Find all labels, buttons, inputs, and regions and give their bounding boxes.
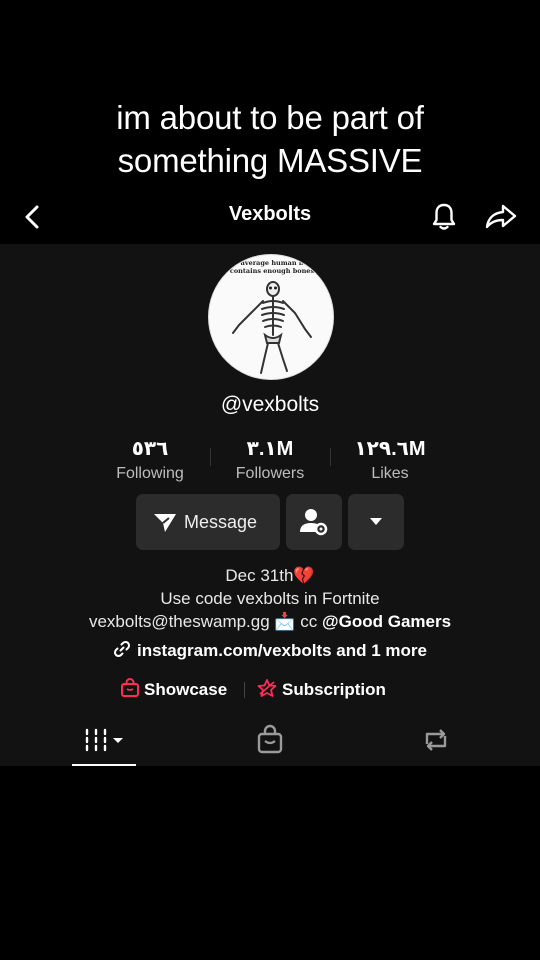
stat-followers[interactable]: ٣.١M Followers <box>205 436 335 483</box>
following-label: Following <box>116 465 184 482</box>
subscription-label: Subscription <box>282 680 386 699</box>
shopping-bag-icon <box>257 724 283 754</box>
grid-icon <box>85 728 123 752</box>
shop-divider <box>244 682 245 698</box>
tab-shop[interactable] <box>250 720 290 764</box>
send-icon <box>154 514 176 532</box>
profile-handle: @vexbolts <box>220 393 320 416</box>
person-gear-icon <box>300 509 328 536</box>
bio-link-text: instagram.com/vexbolts and 1 more <box>136 641 428 660</box>
active-tab-indicator <box>72 764 136 766</box>
friend-settings-button[interactable] <box>286 494 342 550</box>
share-button[interactable] <box>484 200 518 232</box>
caret-down-icon <box>370 518 382 525</box>
content-tabs <box>0 720 540 766</box>
stat-likes[interactable]: ١٢٩.٦M Likes <box>325 436 455 483</box>
followers-count: ٣.١M <box>246 438 294 460</box>
repost-icon <box>425 729 447 751</box>
shop-row: Showcase Subscription <box>0 678 540 702</box>
bio-contact-line: vexbolts@theswamp.gg 📩 cc @Good Gamers <box>0 612 540 632</box>
caption-line-1: im about to be part of <box>116 99 424 136</box>
likes-label: Likes <box>371 465 409 482</box>
tab-reposts[interactable] <box>416 720 456 764</box>
message-button[interactable]: Message <box>136 494 280 550</box>
caption-line-2: something MASSIVE <box>117 142 423 179</box>
avatar[interactable]: average human b contains enough bones <box>208 254 334 380</box>
bio-line: Dec 31th💔 <box>225 566 315 585</box>
bio-mention[interactable]: @Good Gamers <box>322 612 451 631</box>
skeleton-image <box>232 281 312 374</box>
showcase-label: Showcase <box>144 680 228 699</box>
link-icon <box>113 640 130 658</box>
subscription-star-icon <box>257 679 277 697</box>
showcase-button[interactable]: Showcase <box>120 678 227 703</box>
bio-link[interactable]: instagram.com/vexbolts and 1 more <box>0 640 540 661</box>
share-icon <box>485 204 517 229</box>
stat-following[interactable]: ٥٣٦ Following <box>85 436 215 483</box>
profile-header: Vexbolts <box>0 192 540 242</box>
likes-count: ١٢٩.٦M <box>354 438 426 460</box>
more-options-button[interactable] <box>348 494 404 550</box>
message-label: Message <box>184 512 258 532</box>
following-count: ٥٣٦ <box>131 438 169 460</box>
followers-label: Followers <box>235 465 305 482</box>
subscription-button[interactable]: Subscription <box>256 678 386 703</box>
notification-button[interactable] <box>428 200 460 232</box>
video-caption: im about to be part of something MASSIVE <box>0 96 540 182</box>
shopping-bag-icon <box>121 678 139 697</box>
bio-email: vexbolts@theswamp.gg 📩 cc <box>88 612 318 631</box>
bell-icon <box>432 203 456 230</box>
tab-videos[interactable] <box>72 720 136 766</box>
bio-line: Use code vexbolts in Fortnite <box>160 589 380 608</box>
